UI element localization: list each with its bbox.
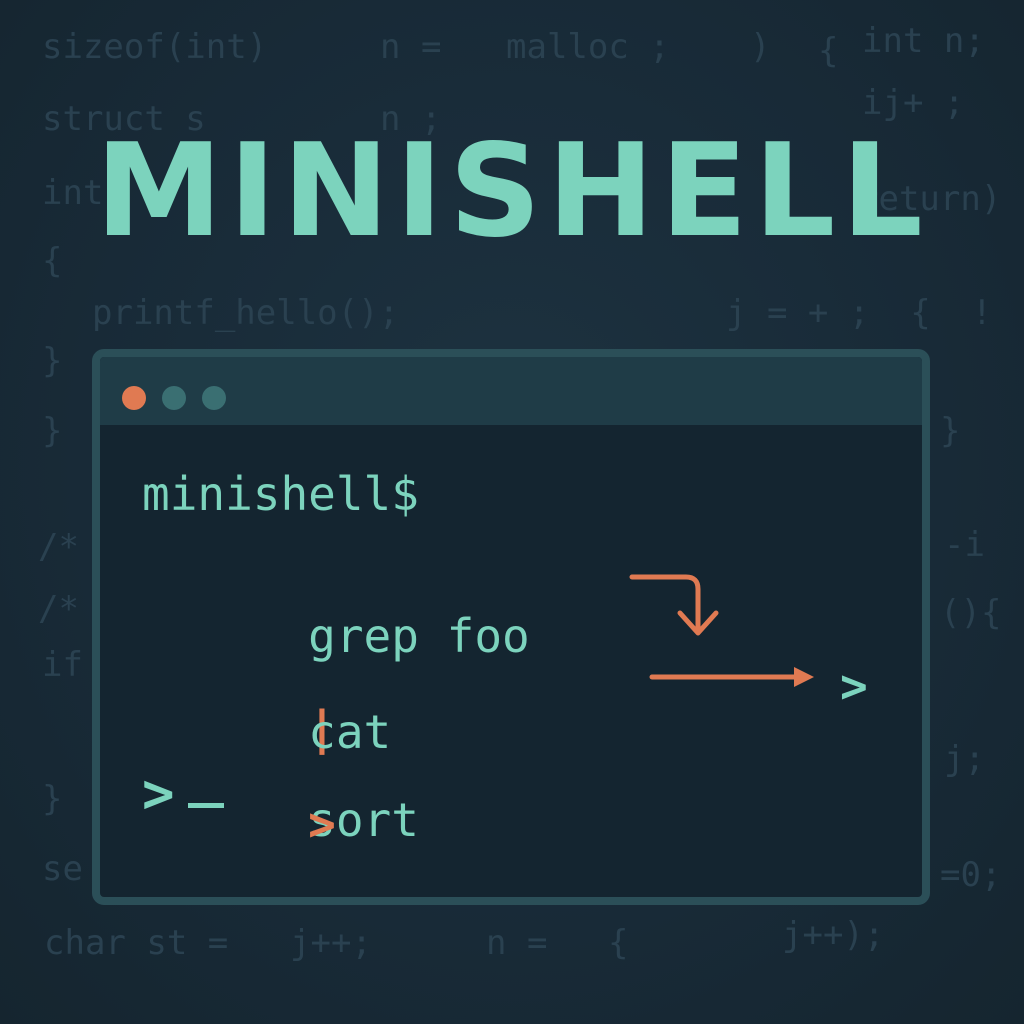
flow-arrows (629, 574, 814, 687)
bg-code-line: =0; (940, 855, 1002, 895)
bg-code-line: malloc ; (506, 27, 670, 67)
bg-code-line: -i (944, 525, 985, 565)
bg-code-line: { (818, 31, 839, 71)
bg-code-line: sizeof(int) (42, 27, 268, 67)
bg-code-line: /* (38, 527, 79, 567)
bg-code-line: } (940, 411, 961, 451)
bg-code-line: (){ (940, 593, 1002, 633)
bg-code-line: } (42, 411, 63, 451)
terminal-window: minishell$ grep foo | sort cat > output.… (92, 349, 930, 905)
bg-code-line: } (42, 341, 63, 381)
right-arrow-icon (649, 667, 814, 687)
bg-code-line: printf_hello(); (92, 293, 400, 333)
bg-code-line: n = (486, 923, 548, 963)
bg-code-line: se (42, 849, 83, 889)
down-right-arrow-icon (629, 574, 719, 636)
bg-code-line: n = (380, 27, 442, 67)
bg-code-line: j++); (782, 915, 885, 955)
bg-code-line: j = + ; { ! (726, 293, 993, 333)
bg-code-line: } (42, 779, 63, 819)
bg-code-line: if (42, 645, 83, 685)
bg-code-line: ij+ ; (862, 83, 965, 123)
bg-code-line: char st = (44, 923, 229, 963)
bg-code-line: ) (750, 27, 771, 67)
bg-code-line: int n; (862, 21, 985, 61)
bg-code-line: j; (944, 739, 985, 779)
bg-code-line: j++; (290, 923, 372, 963)
page: sizeof(int) n = malloc ; ) { int n; ij+ … (0, 0, 1024, 1024)
bg-code-line: /* (38, 589, 79, 629)
bg-code-line: { (608, 923, 629, 963)
page-title: MINISHELL (95, 117, 929, 266)
